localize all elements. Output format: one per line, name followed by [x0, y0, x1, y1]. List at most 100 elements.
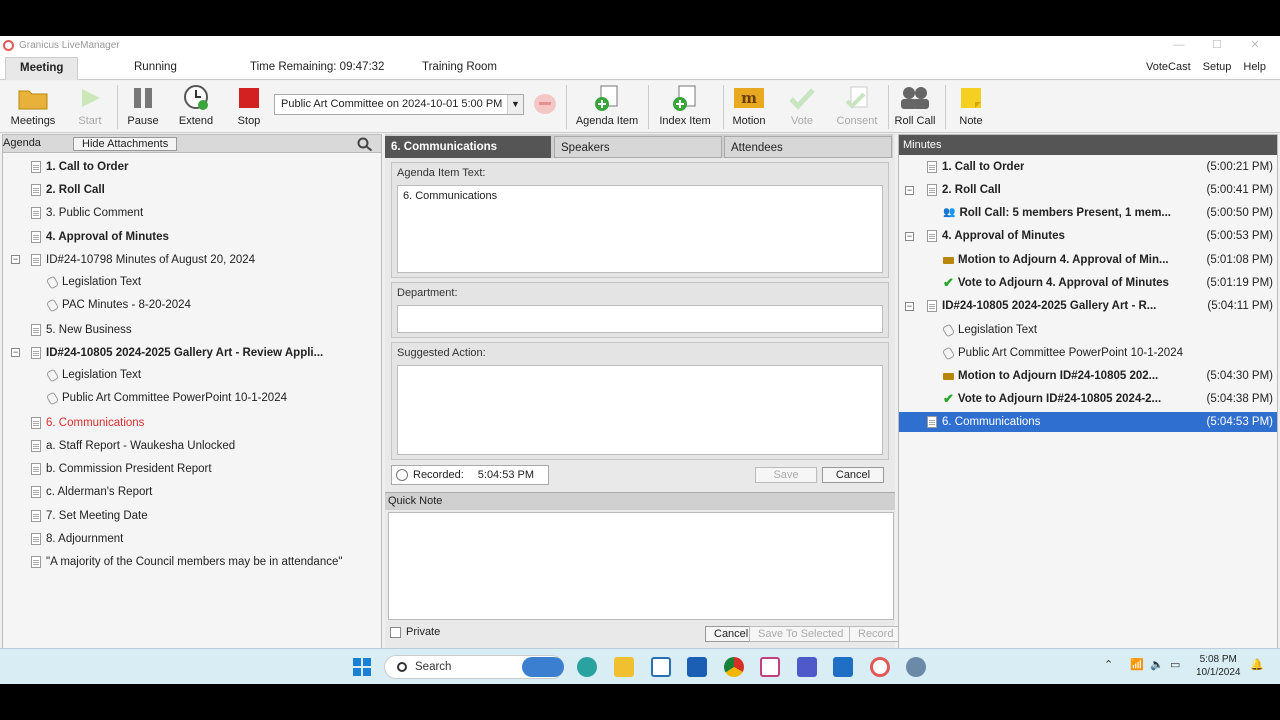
attachment-item[interactable]: Legislation Text [47, 365, 141, 385]
tab-attendees[interactable]: Attendees [724, 136, 892, 158]
tab-meeting[interactable]: Meeting [5, 57, 79, 80]
store-icon[interactable] [687, 657, 707, 677]
record-button[interactable]: Record [849, 626, 903, 642]
agenda-item[interactable]: 8. Adjournment [31, 529, 123, 549]
file-explorer-icon[interactable] [614, 657, 634, 677]
menu-votecast[interactable]: VoteCast [1146, 57, 1191, 77]
agenda-item-button[interactable]: Agenda Item [572, 84, 642, 127]
hide-attachments-button[interactable]: Hide Attachments [73, 137, 178, 151]
minutes-entry[interactable]: ✔ Vote to Adjourn ID#24-10805 2024-2... (… [899, 389, 1277, 409]
save-button[interactable]: Save [755, 467, 817, 483]
document-icon [31, 533, 41, 545]
clock-plus-icon [184, 85, 208, 110]
settings-gear-icon[interactable] [906, 657, 926, 677]
play-icon [82, 89, 100, 107]
outlook-icon[interactable] [833, 657, 853, 677]
minutes-entry[interactable]: Motion to Adjourn 4. Approval of Min... … [899, 250, 1277, 270]
tab-speakers[interactable]: Speakers [554, 136, 722, 158]
pause-icon [134, 88, 152, 108]
granicus-icon[interactable] [870, 657, 890, 677]
department-field[interactable] [397, 305, 883, 333]
note-button[interactable]: Note [941, 84, 1001, 127]
agenda-item[interactable]: 2. Roll Call [31, 180, 105, 200]
minutes-entry[interactable]: 1. Call to Order (5:00:21 PM) [899, 157, 1277, 177]
minutes-attachment[interactable]: Public Art Committee PowerPoint 10-1-202… [899, 343, 1277, 363]
quick-note-input[interactable] [388, 512, 894, 620]
paperclip-icon [943, 324, 954, 336]
chevron-up-icon[interactable]: ⌃ [1104, 658, 1113, 671]
windows-start-icon[interactable] [353, 658, 371, 676]
attachment-item[interactable]: Public Art Committee PowerPoint 10-1-202… [47, 388, 287, 408]
minutes-entry[interactable]: 2. Roll Call (5:00:41 PM) [899, 180, 1277, 200]
attachment-item[interactable]: PAC Minutes - 8-20-2024 [47, 295, 191, 315]
minutes-entry[interactable]: Motion to Adjourn ID#24-10805 202... (5:… [899, 366, 1277, 386]
notification-icon[interactable]: 🔔 [1250, 658, 1264, 671]
menu-setup[interactable]: Setup [1203, 57, 1232, 77]
motion-button[interactable]: m Motion [719, 84, 779, 127]
teams-icon[interactable] [797, 657, 817, 677]
agenda-item[interactable]: ID#24-10805 2024-2025 Gallery Art - Revi… [31, 343, 323, 363]
document-icon [31, 556, 41, 568]
agenda-item[interactable]: ID#24-10798 Minutes of August 20, 2024 [31, 250, 255, 270]
windows-taskbar: Search ⌃ 📶 🔈 ▭ 5:08 PM 10/1/2024 🔔 [0, 648, 1280, 684]
agenda-item[interactable]: "A majority of the Council members may b… [31, 552, 342, 572]
meeting-status: Running [134, 61, 177, 73]
recorded-time-field: Recorded: 5:04:53 PM [391, 465, 549, 485]
consent-button[interactable]: Consent [827, 84, 887, 127]
search-icon[interactable] [357, 137, 373, 151]
maximize-button[interactable]: ☐ [1198, 36, 1236, 54]
private-checkbox[interactable]: Private [390, 626, 440, 638]
remove-icon[interactable] [534, 94, 556, 114]
document-icon [31, 347, 41, 359]
wifi-icon[interactable]: 📶 [1130, 658, 1144, 671]
minutes-entry[interactable]: ID#24-10805 2024-2025 Gallery Art - R...… [899, 296, 1277, 316]
menu-help[interactable]: Help [1243, 57, 1266, 77]
collapse-toggle[interactable]: − [11, 255, 20, 264]
agenda-item[interactable]: 1. Call to Order [31, 157, 128, 177]
minutes-entry-selected[interactable]: 6. Communications (5:04:53 PM) [899, 412, 1277, 432]
agenda-item-text-field[interactable]: 6. Communications [397, 185, 883, 273]
tab-current-item[interactable]: 6. Communications [385, 136, 551, 158]
minutes-entry[interactable]: 4. Approval of Minutes (5:00:53 PM) [899, 226, 1277, 246]
close-button[interactable]: ✕ [1236, 36, 1274, 54]
meeting-select[interactable]: Public Art Committee on 2024-10-01 5:00 … [274, 94, 524, 115]
suggested-action-field[interactable] [397, 365, 883, 455]
minutes-entry[interactable]: 👥 Roll Call: 5 members Present, 1 mem... … [899, 203, 1277, 223]
agenda-item[interactable]: 5. New Business [31, 320, 132, 340]
snipping-tool-icon[interactable] [760, 657, 780, 677]
calculator-icon[interactable] [651, 657, 671, 677]
svg-text:m: m [741, 89, 757, 107]
agenda-item[interactable]: a. Staff Report - Waukesha Unlocked [31, 436, 235, 456]
chrome-icon[interactable] [724, 657, 744, 677]
widgets-icon[interactable] [522, 657, 564, 677]
menu-bar: Meeting Running Time Remaining: 09:47:32… [0, 54, 1280, 80]
collapse-toggle[interactable]: − [11, 348, 20, 357]
battery-icon[interactable]: ▭ [1170, 658, 1180, 671]
agenda-item-current[interactable]: 6. Communications [31, 413, 144, 433]
taskbar-clock[interactable]: 5:08 PM 10/1/2024 [1196, 653, 1241, 679]
volume-icon[interactable]: 🔈 [1150, 658, 1164, 671]
roll-call-button[interactable]: Roll Call [885, 84, 945, 127]
agenda-item[interactable]: c. Alderman's Report [31, 482, 152, 502]
minutes-entry[interactable]: ✔ Vote to Adjourn 4. Approval of Minutes … [899, 273, 1277, 293]
agenda-item[interactable]: 4. Approval of Minutes [31, 227, 169, 247]
pause-button[interactable]: Pause [113, 84, 173, 127]
save-to-selected-button[interactable]: Save To Selected [749, 626, 853, 642]
meetings-button[interactable]: Meetings [3, 84, 63, 127]
chevron-down-icon: ▼ [507, 95, 523, 114]
minutes-title: Minutes [899, 135, 1277, 155]
agenda-item[interactable]: 7. Set Meeting Date [31, 506, 148, 526]
start-button[interactable]: Start [60, 84, 120, 127]
document-icon [927, 416, 937, 428]
index-item-button[interactable]: Index Item [652, 84, 718, 127]
edge-icon[interactable] [577, 657, 597, 677]
stop-button[interactable]: Stop [219, 84, 279, 127]
cancel-button[interactable]: Cancel [822, 467, 884, 483]
minimize-button[interactable]: — [1160, 36, 1198, 54]
vote-button[interactable]: Vote [772, 84, 832, 127]
extend-button[interactable]: Extend [166, 84, 226, 127]
attachment-item[interactable]: Legislation Text [47, 272, 141, 292]
minutes-attachment[interactable]: Legislation Text [899, 320, 1277, 340]
agenda-item[interactable]: 3. Public Comment [31, 203, 143, 223]
agenda-item[interactable]: b. Commission President Report [31, 459, 212, 479]
